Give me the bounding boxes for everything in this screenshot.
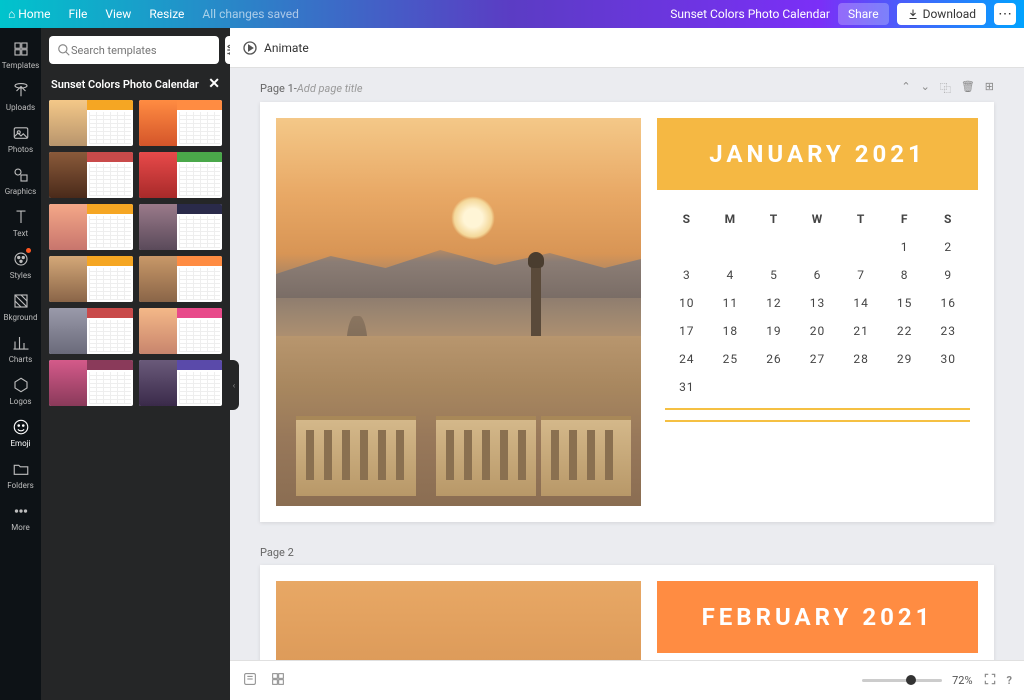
rail-label: Styles bbox=[10, 271, 31, 280]
charts-icon bbox=[12, 334, 30, 352]
page-label-2: Page 2 bbox=[260, 546, 994, 559]
logos-icon bbox=[12, 376, 30, 394]
graphics-icon bbox=[12, 166, 30, 184]
page-down-icon[interactable]: ⌄ bbox=[921, 80, 930, 96]
template-thumb-2[interactable] bbox=[139, 100, 223, 146]
help-button[interactable]: ? bbox=[1007, 674, 1012, 687]
more-button[interactable]: ⋯ bbox=[994, 3, 1016, 25]
rail-label: Graphics bbox=[5, 187, 37, 196]
rail-label: Uploads bbox=[6, 103, 35, 112]
rail-emoji[interactable]: Emoji bbox=[0, 412, 41, 454]
rail-label: Folders bbox=[7, 481, 33, 490]
zoom-slider[interactable] bbox=[862, 679, 942, 682]
month-banner[interactable]: FEBRUARY 2021 bbox=[657, 581, 978, 653]
panel-title: Sunset Colors Photo Calendar bbox=[51, 78, 199, 91]
rail-photos[interactable]: Photos bbox=[0, 118, 41, 160]
template-thumbnails bbox=[41, 100, 230, 406]
close-panel-button[interactable]: ✕ bbox=[208, 76, 220, 92]
canvas-page-1[interactable]: JANUARY 2021SMTWTFS123456789101112131415… bbox=[260, 102, 994, 522]
template-thumb-6[interactable] bbox=[139, 204, 223, 250]
save-status: All changes saved bbox=[202, 7, 298, 21]
document-title[interactable]: Sunset Colors Photo Calendar bbox=[670, 7, 830, 21]
rail-label: Charts bbox=[9, 355, 33, 364]
bkground-icon bbox=[12, 292, 30, 310]
animate-icon bbox=[242, 40, 258, 56]
rail-folders[interactable]: Folders bbox=[0, 454, 41, 496]
add-page-title[interactable]: Add page title bbox=[297, 82, 363, 95]
collapse-panel-tab[interactable]: ‹ bbox=[229, 360, 239, 410]
calendar-grid[interactable]: SMTWTFS123456789101112131415161718192021… bbox=[657, 190, 978, 506]
rail-styles[interactable]: Styles bbox=[0, 244, 41, 286]
template-thumb-11[interactable] bbox=[49, 360, 133, 406]
notes-button[interactable] bbox=[242, 671, 258, 690]
template-thumb-7[interactable] bbox=[49, 256, 133, 302]
more-icon bbox=[12, 502, 30, 520]
template-thumb-4[interactable] bbox=[139, 152, 223, 198]
template-thumb-12[interactable] bbox=[139, 360, 223, 406]
rail-label: Text bbox=[13, 229, 28, 238]
rail-label: Templates bbox=[2, 61, 39, 70]
rail-text[interactable]: Text bbox=[0, 202, 41, 244]
template-thumb-8[interactable] bbox=[139, 256, 223, 302]
left-rail: Templates Uploads Photos Graphics Text Styles… bbox=[0, 28, 41, 700]
template-thumb-5[interactable] bbox=[49, 204, 133, 250]
folders-icon bbox=[12, 460, 30, 478]
animate-button[interactable]: Animate bbox=[242, 40, 309, 56]
top-menu-bar: ⌂ Home File View Resize All changes save… bbox=[0, 0, 1024, 28]
canvas-toolbar: Animate bbox=[230, 28, 1024, 68]
template-thumb-10[interactable] bbox=[139, 308, 223, 354]
text-icon bbox=[12, 208, 30, 226]
search-templates-input[interactable] bbox=[49, 36, 219, 64]
home-menu[interactable]: ⌂ Home bbox=[8, 7, 51, 21]
rail-uploads[interactable]: Uploads bbox=[0, 76, 41, 118]
page-photo[interactable] bbox=[276, 118, 641, 506]
resize-menu[interactable]: Resize bbox=[149, 7, 184, 21]
delete-page-icon[interactable]: 🗑 bbox=[961, 80, 975, 96]
canvas-area: Animate Page 1 - Add page title⌃⌄⿻🗑⊞JANU… bbox=[230, 28, 1024, 700]
page-up-icon[interactable]: ⌃ bbox=[901, 80, 910, 96]
templates-icon bbox=[12, 40, 30, 58]
uploads-icon bbox=[12, 82, 30, 100]
add-page-icon[interactable]: ⊞ bbox=[985, 80, 994, 96]
template-thumb-1[interactable] bbox=[49, 100, 133, 146]
month-banner[interactable]: JANUARY 2021 bbox=[657, 118, 978, 190]
page-label-1: Page 1 - Add page title⌃⌄⿻🗑⊞ bbox=[260, 80, 994, 96]
rail-label: Logos bbox=[9, 397, 31, 406]
rail-bkground[interactable]: Bkground bbox=[0, 286, 41, 328]
rail-label: Photos bbox=[8, 145, 33, 154]
canvas-page-2[interactable]: FEBRUARY 2021SMTWTFS bbox=[260, 565, 994, 660]
view-menu[interactable]: View bbox=[105, 7, 131, 21]
duplicate-page-icon[interactable]: ⿻ bbox=[940, 80, 951, 96]
rail-more[interactable]: More bbox=[0, 496, 41, 538]
template-thumb-3[interactable] bbox=[49, 152, 133, 198]
search-icon bbox=[57, 43, 71, 57]
share-button[interactable]: Share bbox=[838, 3, 889, 25]
rail-charts[interactable]: Charts bbox=[0, 328, 41, 370]
rail-label: Emoji bbox=[11, 439, 31, 448]
rail-label: More bbox=[11, 523, 29, 532]
file-menu[interactable]: File bbox=[69, 7, 88, 21]
page-photo[interactable] bbox=[276, 581, 641, 660]
calendar-grid[interactable]: SMTWTFS bbox=[657, 653, 978, 660]
rail-label: Bkground bbox=[4, 313, 38, 322]
bottom-bar: 72% ? bbox=[230, 660, 1024, 700]
rail-logos[interactable]: Logos bbox=[0, 370, 41, 412]
download-button[interactable]: Download bbox=[897, 3, 986, 25]
template-thumb-9[interactable] bbox=[49, 308, 133, 354]
emoji-icon bbox=[12, 418, 30, 436]
templates-panel: Sunset Colors Photo Calendar ✕ bbox=[41, 28, 230, 700]
photos-icon bbox=[12, 124, 30, 142]
zoom-level[interactable]: 72% bbox=[952, 674, 972, 687]
fullscreen-button[interactable] bbox=[983, 672, 997, 689]
rail-graphics[interactable]: Graphics bbox=[0, 160, 41, 202]
rail-templates[interactable]: Templates bbox=[0, 34, 41, 76]
grid-view-button[interactable] bbox=[270, 671, 286, 690]
